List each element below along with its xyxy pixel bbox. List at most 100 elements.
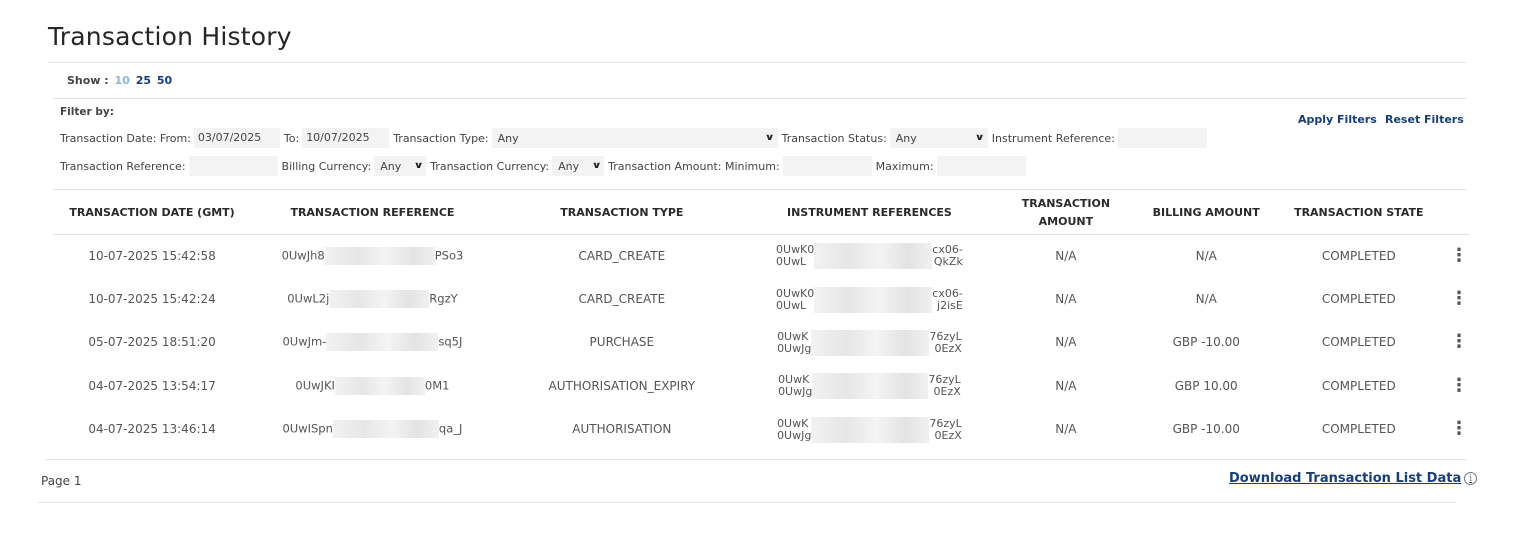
instrument-reference-ends: cx06- j2isE bbox=[932, 286, 963, 312]
instrument-references: 0UwK 0UwJg 76zyL 0EzX bbox=[778, 373, 961, 400]
cell-state: COMPLETED bbox=[1321, 248, 1396, 263]
column-header-amount[interactable]: TRANSACTION AMOUNT bbox=[988, 192, 1143, 235]
redacted-block bbox=[814, 243, 933, 270]
cell-amount: N/A bbox=[1055, 248, 1077, 263]
date-from-input[interactable]: 03/07/2025 bbox=[193, 128, 280, 148]
chevron-down-icon: ∨ bbox=[413, 161, 424, 171]
table-header-row: TRANSACTION DATE (GMT) TRANSACTION REFER… bbox=[53, 192, 1470, 235]
amount-minimum-input[interactable] bbox=[782, 156, 872, 176]
cell-billing-amount: N/A bbox=[1195, 248, 1217, 263]
cell-date: 04-07-2025 13:54:17 bbox=[88, 378, 216, 393]
transaction-status-value: Any bbox=[895, 131, 917, 145]
instrument-reference-label: Instrument Reference: bbox=[991, 131, 1115, 145]
instrument-reference-input[interactable] bbox=[1117, 128, 1207, 148]
reset-filters-button[interactable]: Reset Filters bbox=[1385, 113, 1464, 126]
cell-type: AUTHORISATION bbox=[572, 422, 672, 437]
instrument-ref-2-start: 0UwL bbox=[776, 255, 807, 269]
instrument-ref-2-start: 0UwJg bbox=[777, 341, 812, 355]
column-header-billing[interactable]: BILLING AMOUNT bbox=[1142, 192, 1270, 235]
date-to-input[interactable]: 10/07/2025 bbox=[302, 128, 390, 148]
instrument-ref-1-end: 76zyL bbox=[929, 416, 962, 430]
download-transactions-link[interactable]: Download Transaction List Data i bbox=[1229, 471, 1478, 486]
redacted-block bbox=[812, 373, 929, 400]
instrument-reference-starts: 0UwK 0UwJg bbox=[777, 417, 812, 442]
cell-amount: N/A bbox=[1055, 292, 1077, 307]
instrument-ref-2-start: 0UwJg bbox=[777, 428, 812, 442]
instrument-ref-2-end: 0EzX bbox=[933, 385, 961, 399]
column-header-state[interactable]: TRANSACTION STATE bbox=[1269, 192, 1448, 235]
instrument-ref-2-start: 0UwJg bbox=[778, 385, 813, 399]
transaction-reference-input[interactable] bbox=[188, 156, 278, 176]
page-size-10[interactable]: 10 bbox=[115, 74, 130, 87]
table-row[interactable]: 04-07-2025 13:46:14 0UwISpn qa_J AUTHORISAT… bbox=[53, 408, 1470, 451]
redacted-block bbox=[811, 329, 930, 356]
transaction-currency-select[interactable]: Any ∨ bbox=[552, 156, 605, 176]
filter-by-label: Filter by: bbox=[60, 106, 114, 118]
cell-instrument-references: 0UwK 0UwJg 76zyL 0EzX bbox=[750, 408, 989, 451]
billing-currency-select[interactable]: Any ∨ bbox=[374, 156, 427, 176]
reference-end: sq5J bbox=[438, 334, 463, 349]
redacted-block bbox=[332, 420, 439, 439]
instrument-reference-starts: 0UwK0 0UwL bbox=[776, 286, 815, 312]
reference-start: 0UwJKI bbox=[295, 378, 335, 393]
date-to-label: To: bbox=[283, 131, 300, 145]
chevron-down-icon: ∨ bbox=[764, 133, 776, 143]
redacted-block bbox=[334, 376, 425, 395]
date-from-label: Transaction Date: From: bbox=[60, 131, 191, 145]
instrument-ref-2-start: 0UwL bbox=[776, 298, 807, 312]
instrument-ref-2-end: QkZk bbox=[933, 255, 963, 269]
cell-state: COMPLETED bbox=[1321, 335, 1396, 350]
page-size-50[interactable]: 50 bbox=[157, 74, 172, 87]
transaction-type-value: Any bbox=[497, 131, 519, 145]
reference-end: PSo3 bbox=[434, 248, 464, 263]
column-header-date[interactable]: TRANSACTION DATE (GMT) bbox=[53, 192, 252, 235]
instrument-ref-1-end: cx06- bbox=[932, 286, 963, 300]
instrument-references: 0UwK 0UwJg 76zyL 0EzX bbox=[777, 416, 962, 443]
transaction-type-label: Transaction Type: bbox=[393, 131, 489, 145]
page-size-25[interactable]: 25 bbox=[136, 74, 151, 87]
cell-actions: ⋮ bbox=[1448, 408, 1470, 451]
transaction-reference-label: Transaction Reference: bbox=[60, 159, 186, 173]
redacted-block bbox=[326, 333, 439, 352]
more-options-icon[interactable]: ⋮ bbox=[1450, 418, 1468, 439]
instrument-reference-ends: 76zyL 0EzX bbox=[929, 416, 962, 442]
page-title: Transaction History bbox=[48, 22, 292, 51]
amount-maximum-input[interactable] bbox=[936, 156, 1026, 176]
instrument-ref-1-start: 0UwK0 bbox=[776, 286, 815, 300]
transaction-status-label: Transaction Status: bbox=[781, 131, 887, 145]
table-body: 10-07-2025 15:42:58 0UwJh8 PSo3 CARD_CREATE… bbox=[53, 234, 1470, 451]
page-indicator: Page 1 bbox=[41, 474, 82, 488]
table-row[interactable]: 04-07-2025 13:54:17 0UwJKI 0M1 AUTHORISATIO… bbox=[53, 364, 1470, 407]
cell-type: PURCHASE bbox=[589, 335, 655, 350]
apply-filters-button[interactable]: Apply Filters bbox=[1298, 113, 1377, 126]
divider bbox=[53, 189, 1466, 190]
table-row[interactable]: 10-07-2025 15:42:24 0UwL2j RgzY CARD_CREATE… bbox=[53, 277, 1470, 320]
instrument-reference-starts: 0UwK 0UwJg bbox=[777, 330, 812, 355]
reference-start: 0UwISpn bbox=[282, 421, 333, 436]
instrument-references: 0UwK 0UwJg 76zyL 0EzX bbox=[777, 329, 962, 356]
reference-start: 0UwJh8 bbox=[281, 248, 325, 263]
reference-start: 0UwJm- bbox=[282, 334, 327, 349]
more-options-icon[interactable]: ⋮ bbox=[1450, 245, 1468, 266]
reference-end: 0M1 bbox=[424, 378, 450, 393]
download-label[interactable]: Download Transaction List Data bbox=[1229, 471, 1461, 486]
transaction-status-select[interactable]: Any ∨ bbox=[889, 128, 988, 148]
amount-maximum-label: Maximum: bbox=[875, 159, 934, 173]
cell-amount: N/A bbox=[1055, 422, 1077, 437]
instrument-reference-ends: 76zyL 0EzX bbox=[929, 330, 961, 355]
cell-amount: N/A bbox=[1055, 378, 1077, 393]
column-header-type[interactable]: TRANSACTION TYPE bbox=[493, 192, 750, 235]
column-header-reference[interactable]: TRANSACTION REFERENCE bbox=[251, 192, 494, 235]
transaction-currency-label: Transaction Currency: bbox=[430, 159, 550, 173]
table-row[interactable]: 05-07-2025 18:51:20 0UwJm-sq5J PURCHASE 0Uw… bbox=[53, 321, 1470, 364]
transaction-type-select[interactable]: Any ∨ bbox=[491, 128, 778, 148]
instrument-references: 0UwK0 0UwL cx06- QkZk bbox=[776, 243, 963, 270]
more-options-icon[interactable]: ⋮ bbox=[1450, 331, 1468, 352]
info-icon[interactable]: i bbox=[1464, 472, 1478, 485]
column-header-instrument[interactable]: INSTRUMENT REFERENCES bbox=[749, 192, 989, 235]
more-options-icon[interactable]: ⋮ bbox=[1450, 288, 1468, 309]
more-options-icon[interactable]: ⋮ bbox=[1450, 375, 1468, 396]
table-row[interactable]: 10-07-2025 15:42:58 0UwJh8 PSo3 CARD_CREATE… bbox=[53, 234, 1470, 277]
redacted-block bbox=[329, 290, 430, 309]
cell-billing-amount: GBP -10.00 bbox=[1172, 422, 1240, 437]
